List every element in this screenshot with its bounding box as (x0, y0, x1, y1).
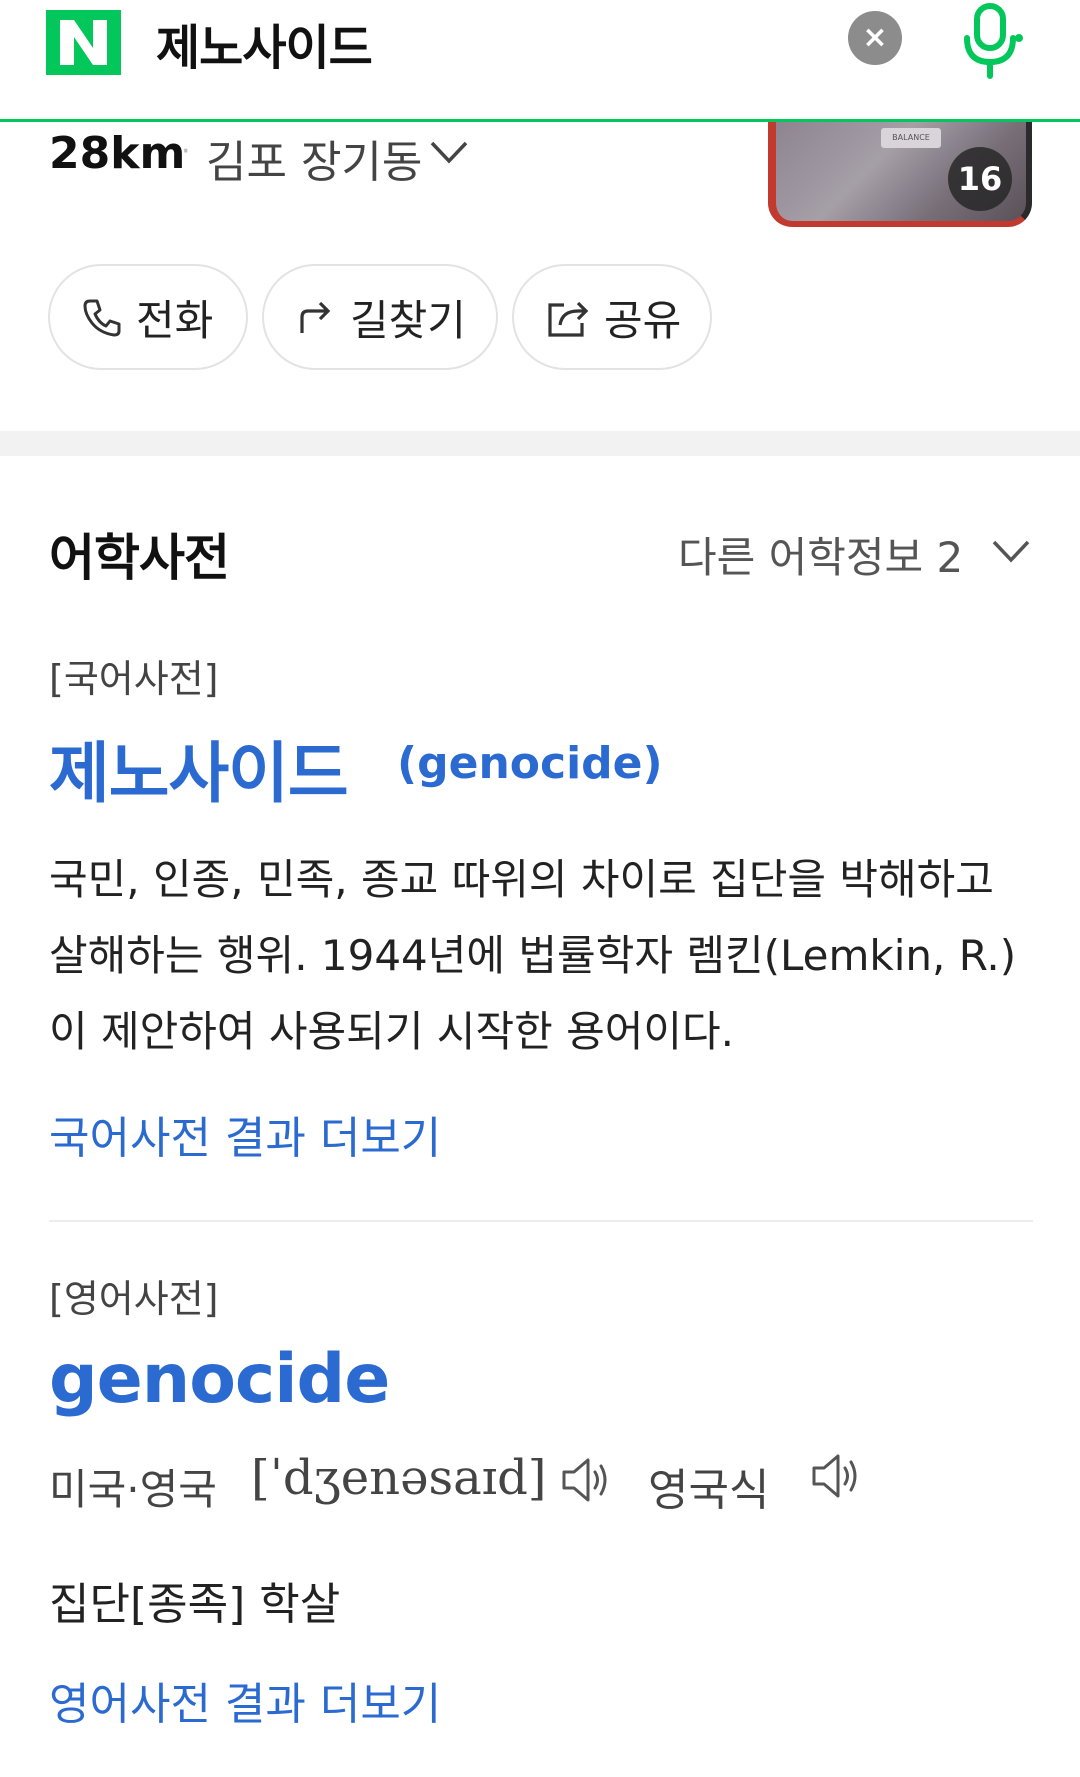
microphone-icon[interactable] (955, 0, 1025, 82)
naver-logo-icon[interactable] (46, 10, 121, 75)
korean-entry-origin: (genocide) (397, 738, 663, 789)
separator-dot: · (181, 134, 191, 169)
place-distance: 28km (49, 128, 186, 179)
korean-dictionary-more-link[interactable]: 국어사전 결과 더보기 (49, 1102, 441, 1166)
place-photo-thumbnail[interactable]: BALANCE 16 (768, 122, 1032, 227)
chevron-down-icon[interactable] (428, 137, 470, 167)
korean-entry-definition: 국민, 인종, 민족, 종교 따위의 차이로 집단을 박해하고 살해하는 행위.… (49, 855, 1017, 1056)
pronunciation-region: 미국·영국 (49, 1465, 217, 1514)
directions-label: 길찾기 (350, 295, 466, 345)
pronunciation-ipa: [ˈdʒenəsaɪd] (251, 1450, 547, 1506)
search-header: 제노사이드 × (0, 0, 1080, 122)
english-entry-meaning: 집단[종족] 학살 (49, 1579, 341, 1630)
korean-entry-word[interactable]: 제노사이드 (49, 720, 349, 816)
section-title: 어학사전 (49, 529, 230, 587)
speaker-icon[interactable] (558, 1452, 614, 1508)
english-dictionary-label: [영어사전] (49, 1277, 219, 1321)
korean-dictionary-label: [국어사전] (49, 657, 219, 701)
call-button[interactable]: 전화 (48, 264, 248, 370)
share-label: 공유 (604, 295, 682, 345)
share-icon (548, 301, 589, 337)
english-dictionary-more-link[interactable]: 영어사전 결과 더보기 (49, 1668, 441, 1732)
photo-count-badge: 16 (948, 147, 1012, 211)
directions-button[interactable]: 길찾기 (262, 264, 498, 370)
chevron-down-icon[interactable] (990, 536, 1032, 566)
other-dictionary-info-link[interactable]: 다른 어학정보 2 (678, 524, 963, 585)
route-arrow-icon (300, 301, 331, 333)
place-address[interactable]: 김포 장기동 (206, 126, 422, 190)
photo-label-tag: BALANCE (881, 128, 941, 148)
clear-search-button[interactable]: × (848, 11, 902, 65)
divider (49, 1220, 1033, 1222)
english-entry-word[interactable]: genocide (49, 1340, 390, 1419)
share-button[interactable]: 공유 (512, 264, 712, 370)
search-query-input[interactable]: 제노사이드 (156, 8, 373, 78)
call-label: 전화 (136, 295, 214, 345)
phone-icon (83, 299, 121, 337)
speaker-icon[interactable] (808, 1448, 864, 1504)
section-separator (0, 431, 1080, 456)
pronunciation-uk-label: 영국식 (648, 1465, 770, 1516)
